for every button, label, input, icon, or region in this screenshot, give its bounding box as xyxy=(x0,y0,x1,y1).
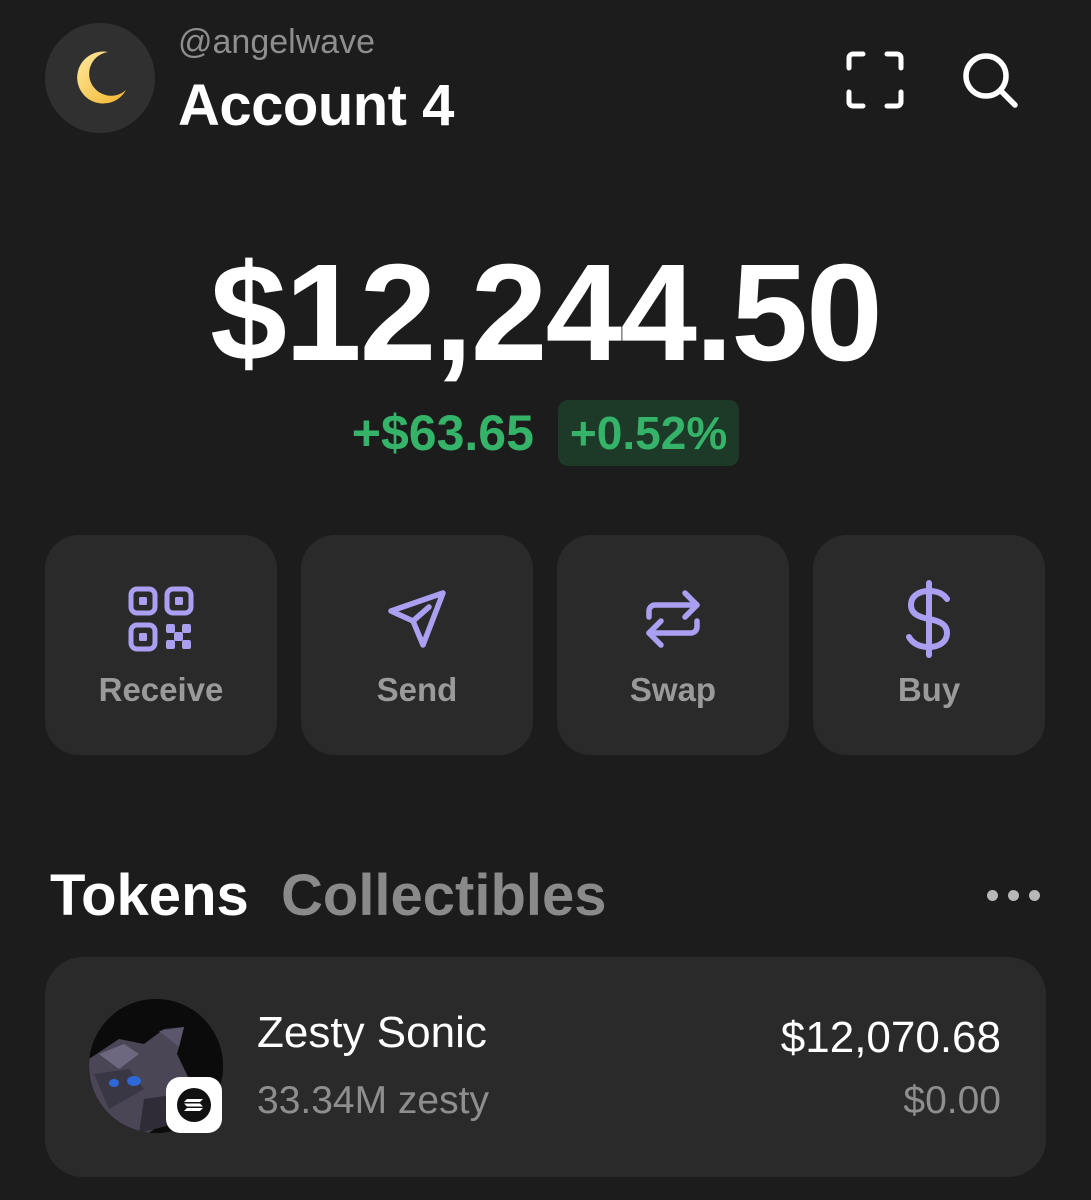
more-horizontal-icon xyxy=(986,889,998,901)
token-quantity: 33.34M zesty xyxy=(257,1079,489,1122)
balance-change: +$63.65 +0.52% xyxy=(0,400,1091,466)
receive-label: Receive xyxy=(98,671,224,708)
send-arrow-icon xyxy=(388,590,446,648)
crescent-moon-icon xyxy=(77,51,126,104)
dollar-sign-icon xyxy=(906,580,950,658)
solana-icon xyxy=(177,1088,211,1122)
tab-collectibles[interactable]: Collectibles xyxy=(281,860,607,932)
balance-change-percent-badge: +0.52% xyxy=(557,400,740,466)
token-row[interactable]: Zesty Sonic 33.34M zesty $12,070.68 $0.0… xyxy=(45,957,1046,1177)
balance-change-amount: +$63.65 xyxy=(351,405,534,461)
scan-button[interactable] xyxy=(840,45,910,115)
tab-tokens[interactable]: Tokens xyxy=(50,860,249,932)
token-name: Zesty Sonic xyxy=(257,1008,487,1057)
swap-label: Swap xyxy=(629,671,717,708)
chain-badge xyxy=(166,1077,222,1133)
receive-button[interactable]: Receive xyxy=(45,535,277,755)
buy-button[interactable]: Buy xyxy=(813,535,1045,755)
buy-label: Buy xyxy=(897,671,961,708)
total-balance: $12,244.50 xyxy=(210,236,883,390)
more-options-button[interactable] xyxy=(980,880,1046,910)
search-icon xyxy=(963,53,1018,108)
scan-frame-icon xyxy=(846,51,904,109)
send-button[interactable]: Send xyxy=(301,535,533,755)
qr-code-icon xyxy=(128,586,194,652)
token-change: $0.00 xyxy=(903,1079,1001,1122)
send-label: Send xyxy=(376,671,458,708)
account-name[interactable]: Account 4 xyxy=(178,72,454,140)
swap-button[interactable]: Swap xyxy=(557,535,789,755)
account-avatar[interactable] xyxy=(45,23,155,133)
token-value: $12,070.68 xyxy=(780,1013,1001,1062)
swap-arrows-icon xyxy=(646,590,700,648)
account-handle[interactable]: @angelwave xyxy=(178,22,375,62)
search-button[interactable] xyxy=(955,45,1025,115)
